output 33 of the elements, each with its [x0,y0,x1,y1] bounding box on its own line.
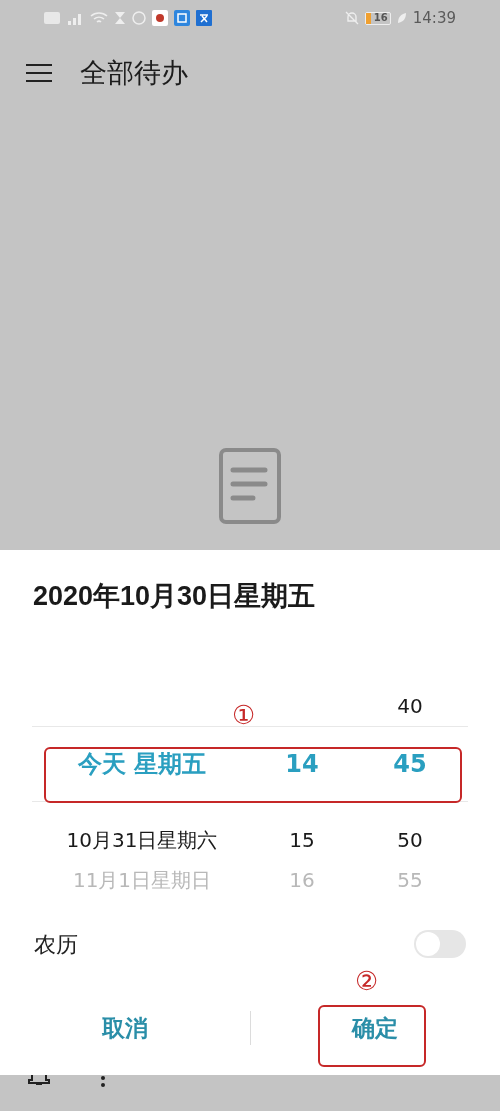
minute-option[interactable]: 50 [397,825,423,855]
menu-icon[interactable] [26,63,52,83]
status-time: 14:39 [412,7,456,29]
page-title: 全部待办 [80,55,188,90]
hourglass-icon [114,11,126,25]
hour-option[interactable]: 15 [289,825,315,855]
leaf-icon [396,12,407,24]
more-icon[interactable] [100,1075,106,1087]
bell-off-icon [344,11,359,25]
minute-option[interactable]: 40 [397,691,423,721]
date-option[interactable]: 10月31日星期六 [66,825,218,855]
battery-indicator: 16 [364,11,391,25]
confirm-button[interactable]: 确定 [250,1000,500,1056]
annotation-number: ② [355,968,379,994]
lunar-label: 农历 [34,930,78,959]
lunar-toggle[interactable] [414,930,466,958]
date-option[interactable]: 11月1日星期日 [72,865,212,895]
annotation-number: ① [232,702,256,728]
app-icon [174,10,190,26]
app-icon [152,10,168,26]
dialog-title: 2020年10月30日星期五 [33,579,316,613]
signal-icon [66,11,84,25]
hour-option[interactable]: 16 [289,865,315,895]
date-option[interactable]: 今天 星期五 [77,746,207,782]
hour-option[interactable]: 14 [285,746,319,782]
minute-option[interactable]: 45 [393,746,427,782]
bell-icon[interactable] [28,1075,50,1085]
app-icon [196,10,212,26]
cancel-button[interactable]: 取消 [0,1000,250,1056]
hd-icon [44,12,60,24]
document-icon [219,448,281,524]
wifi-icon [90,11,108,25]
minute-option[interactable]: 55 [397,865,423,895]
